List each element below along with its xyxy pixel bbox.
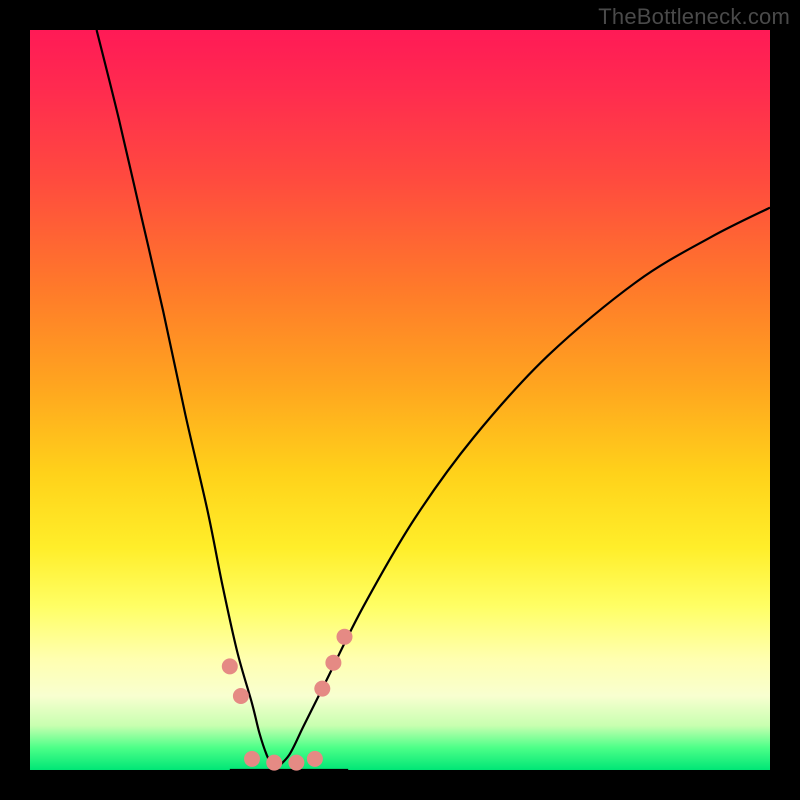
curve-right (274, 208, 770, 770)
chart-svg (30, 30, 770, 770)
m-left-lower (233, 688, 249, 704)
m-bottom-1 (244, 751, 260, 767)
m-left-upper (222, 658, 238, 674)
m-bottom-2 (266, 755, 282, 771)
m-right-1 (314, 681, 330, 697)
m-bottom-3 (288, 755, 304, 771)
m-right-3 (337, 629, 353, 645)
chart-frame: TheBottleneck.com (0, 0, 800, 800)
m-right-2 (325, 655, 341, 671)
watermark-text: TheBottleneck.com (598, 4, 790, 30)
m-bottom-4 (307, 751, 323, 767)
curve-left (97, 30, 275, 770)
markers (222, 629, 353, 771)
